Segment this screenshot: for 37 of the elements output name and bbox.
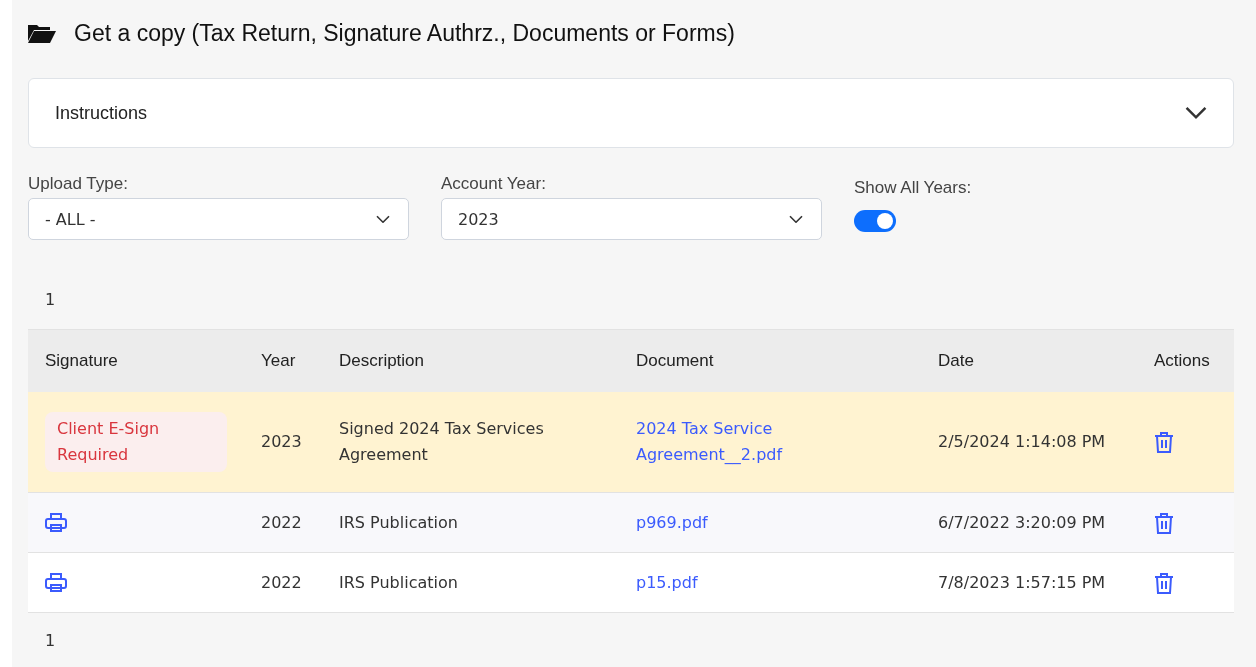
table-cell-text: IRS Publication bbox=[339, 571, 458, 594]
delete-icon[interactable] bbox=[1154, 511, 1174, 534]
open-folder-icon bbox=[28, 23, 56, 43]
field-label: Account Year: bbox=[441, 174, 547, 194]
instructions-accordion[interactable]: Instructions bbox=[28, 78, 1234, 148]
table-cell-text: 6/7/2022 3:20:09 PM bbox=[938, 511, 1106, 534]
field-label: Show All Years: bbox=[854, 178, 972, 198]
table-cell-text: 2022 bbox=[261, 571, 302, 594]
column-header: Description bbox=[322, 329, 619, 392]
print-icon[interactable] bbox=[45, 572, 67, 593]
page-number[interactable]: 1 bbox=[28, 290, 56, 309]
print-icon[interactable] bbox=[45, 512, 67, 533]
table-cell-text: Signed 2024 Tax Services Agreement bbox=[339, 418, 545, 466]
table-cell-text: 2/5/2024 1:14:08 PM bbox=[938, 431, 1106, 454]
delete-icon[interactable] bbox=[1154, 431, 1174, 453]
e-sign-required-badge: Client E-Sign Required bbox=[45, 412, 227, 472]
column-header: Year bbox=[244, 329, 322, 392]
table-cell-text: IRS Publication bbox=[339, 511, 458, 534]
chevron-icon bbox=[1185, 106, 1207, 120]
page-title: Get a copy (Tax Return, Signature Authrz., Documents or Forms) bbox=[74, 19, 735, 47]
page-number[interactable]: 1 bbox=[28, 631, 56, 650]
column-header: Date bbox=[921, 329, 1137, 392]
table-cell-text: 7/8/2023 1:57:15 PM bbox=[938, 571, 1106, 594]
column-header: Actions bbox=[1137, 329, 1234, 392]
show-all-years-toggle[interactable] bbox=[854, 210, 896, 232]
document-link[interactable]: p15.pdf bbox=[636, 569, 698, 596]
table-cell-text: 2023 bbox=[261, 431, 302, 454]
column-header: Signature bbox=[28, 329, 244, 392]
chevron-icon bbox=[376, 214, 390, 224]
column-header: Document bbox=[619, 329, 921, 392]
field-label: Upload Type: bbox=[28, 174, 129, 194]
document-link[interactable]: p969.pdf bbox=[636, 509, 708, 536]
table-cell-text: 2022 bbox=[261, 511, 302, 534]
account-year-select[interactable]: 2023 bbox=[441, 198, 822, 240]
upload-type-select[interactable]: - ALL - bbox=[28, 198, 409, 240]
chevron-icon bbox=[789, 214, 803, 224]
delete-icon[interactable] bbox=[1154, 571, 1174, 594]
